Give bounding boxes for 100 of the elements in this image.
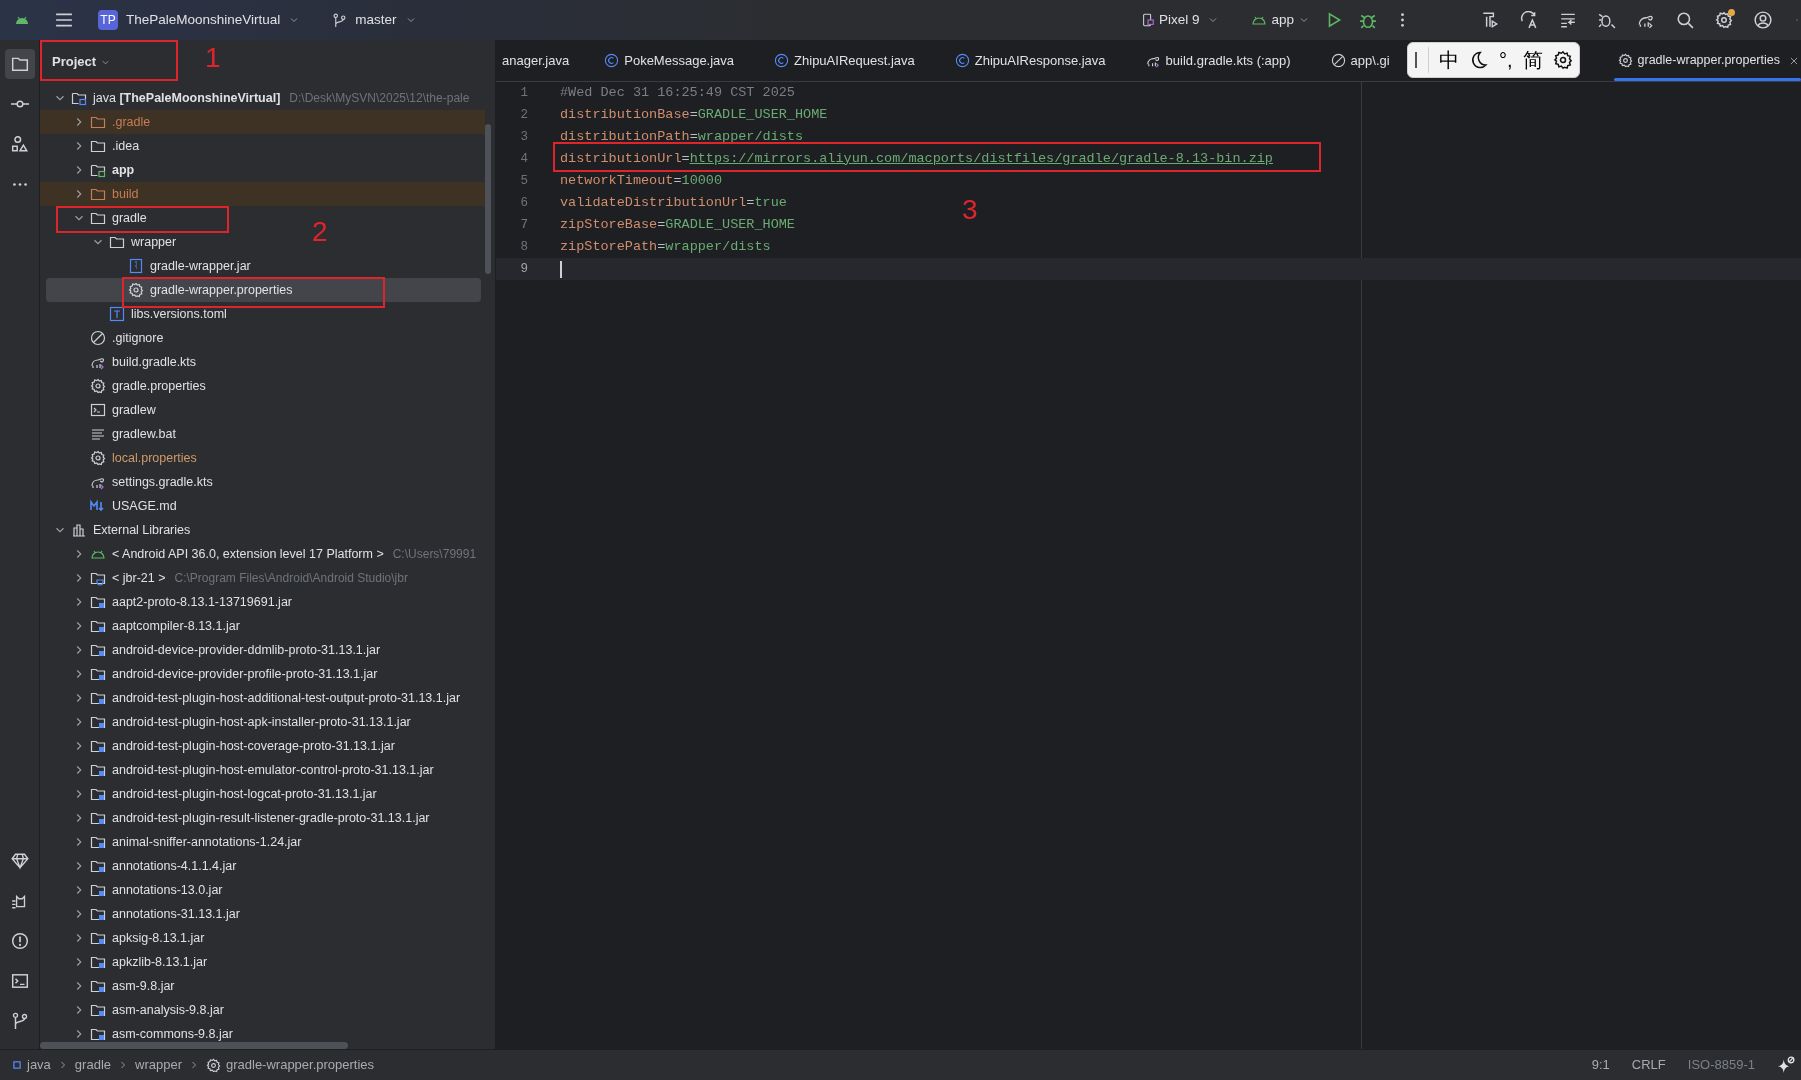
equals-sign: =: [673, 171, 682, 190]
tree-item[interactable]: android-test-plugin-host-additional-test-output-proto-31.13.1.jar: [40, 686, 461, 710]
gear-icon: [90, 378, 106, 394]
view-mode-dropdown[interactable]: Project: [52, 52, 112, 72]
tree-item[interactable]: .idea: [40, 134, 140, 158]
branch-icon: [332, 12, 348, 28]
editor-tab[interactable]: app\.gi: [1317, 40, 1403, 81]
tree-item[interactable]: java [ThePaleMoonshineVirtual] D:\Desk\MySVN\2025\12\the-pale: [40, 86, 470, 110]
tree-item[interactable]: build: [40, 182, 485, 206]
tree-item[interactable]: annotations-4.1.1.4.jar: [40, 854, 237, 878]
tree-item[interactable]: asm-analysis-9.8.jar: [40, 998, 224, 1022]
library-folder-icon: [90, 666, 106, 682]
tree-item[interactable]: wrapper: [40, 230, 177, 254]
folder-tool-button[interactable]: [4, 49, 35, 79]
device-selector[interactable]: Pixel 9: [1136, 6, 1224, 34]
tree-item[interactable]: build.gradle.kts: [40, 350, 197, 374]
simplified-chinese-button[interactable]: 简: [1522, 50, 1543, 70]
folder-icon: [90, 210, 106, 226]
property-value: GRADLE_USER_HOME: [697, 105, 828, 124]
tree-item[interactable]: USAGE.md: [40, 494, 177, 518]
problems-icon: [10, 932, 29, 950]
module-folder-icon: [71, 90, 87, 106]
tree-item[interactable]: apksig-8.13.1.jar: [40, 926, 205, 950]
tree-item[interactable]: < jbr-21 > C:\Program Files\Android\Android Studio\jbr: [40, 566, 408, 590]
horizontal-scrollbar[interactable]: [40, 1042, 348, 1049]
line-separator[interactable]: CRLF: [1631, 1055, 1666, 1075]
settings-icon[interactable]: [1552, 50, 1573, 70]
tree-item[interactable]: gradle-wrapper.properties: [46, 278, 481, 302]
open-workspace-dropdown[interactable]: TP ThePaleMoonshineVirtual: [94, 6, 305, 34]
tree-item[interactable]: .gradle: [40, 110, 485, 134]
tree-item[interactable]: gradle.properties: [40, 374, 206, 398]
tree-item[interactable]: aapt2-proto-8.13.1-13719691.jar: [40, 590, 292, 614]
line-number: 5: [519, 172, 528, 190]
list-icon: [1559, 11, 1577, 29]
editor-tab[interactable]: PokeMessage.java: [591, 40, 748, 81]
breadcrumb[interactable]: java: [12, 1055, 51, 1075]
drag-handle-icon[interactable]: [1414, 51, 1418, 69]
tree-item[interactable]: External Libraries: [40, 518, 191, 542]
breadcrumb[interactable]: wrapper: [135, 1055, 182, 1075]
url-link[interactable]: https://mirrors.aliyun.com/macports/distfiles/gradle/gradle-8.13-bin.zip: [689, 148, 1273, 170]
tree-item[interactable]: annotations-31.13.1.jar: [40, 902, 240, 926]
editor-tab[interactable]: ZhipuAIRequest.java: [761, 40, 928, 81]
file-encoding[interactable]: ISO-8859-1: [1687, 1055, 1755, 1075]
tree-item[interactable]: aaptcompiler-8.13.1.jar: [40, 614, 240, 638]
tree-item[interactable]: asm-commons-9.8.jar: [40, 1022, 233, 1046]
markdown-icon: [90, 498, 106, 514]
tree-item[interactable]: local.properties: [40, 446, 197, 470]
tree-item[interactable]: gradle-wrapper.jar: [40, 254, 251, 278]
library-folder-icon: [90, 690, 106, 706]
ignore-file-icon: [90, 330, 106, 346]
ai-assistant-button[interactable]: [1777, 1056, 1795, 1074]
equals-sign: =: [657, 237, 666, 256]
gem-icon: [10, 852, 29, 870]
property-key: zipStorePath: [560, 236, 658, 258]
tree-item[interactable]: asm-9.8.jar: [40, 974, 175, 998]
tree-item[interactable]: .gitignore: [40, 326, 164, 350]
tree-item[interactable]: android-test-plugin-host-apk-installer-proto-31.13.1.jar: [40, 710, 411, 734]
tree-item[interactable]: gradlew.bat: [40, 422, 176, 446]
caret-position[interactable]: 9:1: [1591, 1055, 1610, 1075]
sparkle-icon: [1777, 1056, 1795, 1074]
tree-item[interactable]: libs.versions.toml: [40, 302, 227, 326]
editor-tab[interactable]: build.gradle.kts (:app): [1132, 40, 1304, 81]
tree-item[interactable]: animal-sniffer-annotations-1.24.jar: [40, 830, 302, 854]
tree-item[interactable]: android-test-plugin-host-logcat-proto-31.13.1.jar: [40, 782, 377, 806]
more-icon: [1400, 13, 1404, 27]
moon-icon[interactable]: [1469, 50, 1489, 70]
vertical-scrollbar[interactable]: [485, 124, 491, 274]
tree-item[interactable]: apkzlib-8.13.1.jar: [40, 950, 208, 974]
punctuation-button[interactable]: °,: [1499, 50, 1513, 70]
library-folder-icon: [90, 882, 106, 898]
editor-tab[interactable]: ZhipuAIResponse.java: [941, 40, 1119, 81]
toml-file-icon: [109, 306, 125, 322]
tree-item[interactable]: annotations-13.0.jar: [40, 878, 223, 902]
property-key: networkTimeout: [560, 170, 674, 192]
editor-tab[interactable]: anager.java: [496, 40, 592, 81]
library-folder-icon: [90, 1026, 106, 1042]
structure-icon: [10, 135, 29, 153]
tree-item[interactable]: gradle: [40, 206, 147, 230]
close-icon[interactable]: [1789, 55, 1799, 66]
tree-item[interactable]: settings.gradle.kts: [40, 470, 213, 494]
project-badge: TP: [98, 10, 118, 30]
tree-item[interactable]: app: [40, 158, 135, 182]
breadcrumb[interactable]: gradle-wrapper.properties: [205, 1055, 375, 1075]
tree-item[interactable]: < Android API 36.0, extension level 17 Platform > C:\Users\79991: [40, 542, 477, 566]
gear-icon: [128, 282, 144, 298]
tree-item[interactable]: android-test-plugin-host-emulator-control-proto-31.13.1.jar: [40, 758, 434, 782]
breadcrumb[interactable]: gradle: [74, 1055, 111, 1075]
library-folder-icon: [90, 954, 106, 970]
annotation-number: 1: [205, 44, 221, 72]
chinese-mode-button[interactable]: 中: [1439, 50, 1459, 70]
class-icon: [604, 53, 620, 68]
tree-item[interactable]: gradlew: [40, 398, 156, 422]
line-number: 9: [519, 260, 528, 278]
refresh-icon: [1520, 11, 1538, 29]
tree-item[interactable]: android-test-plugin-host-coverage-proto-31.13.1.jar: [40, 734, 395, 758]
run-configuration-selector[interactable]: app: [1247, 6, 1314, 34]
tree-item[interactable]: android-device-provider-profile-proto-31.13.1.jar: [40, 662, 378, 686]
branch-selector[interactable]: master: [328, 6, 421, 34]
tree-item[interactable]: android-device-provider-ddmlib-proto-31.13.1.jar: [40, 638, 381, 662]
tree-item[interactable]: android-test-plugin-result-listener-gradle-proto-31.13.1.jar: [40, 806, 430, 830]
